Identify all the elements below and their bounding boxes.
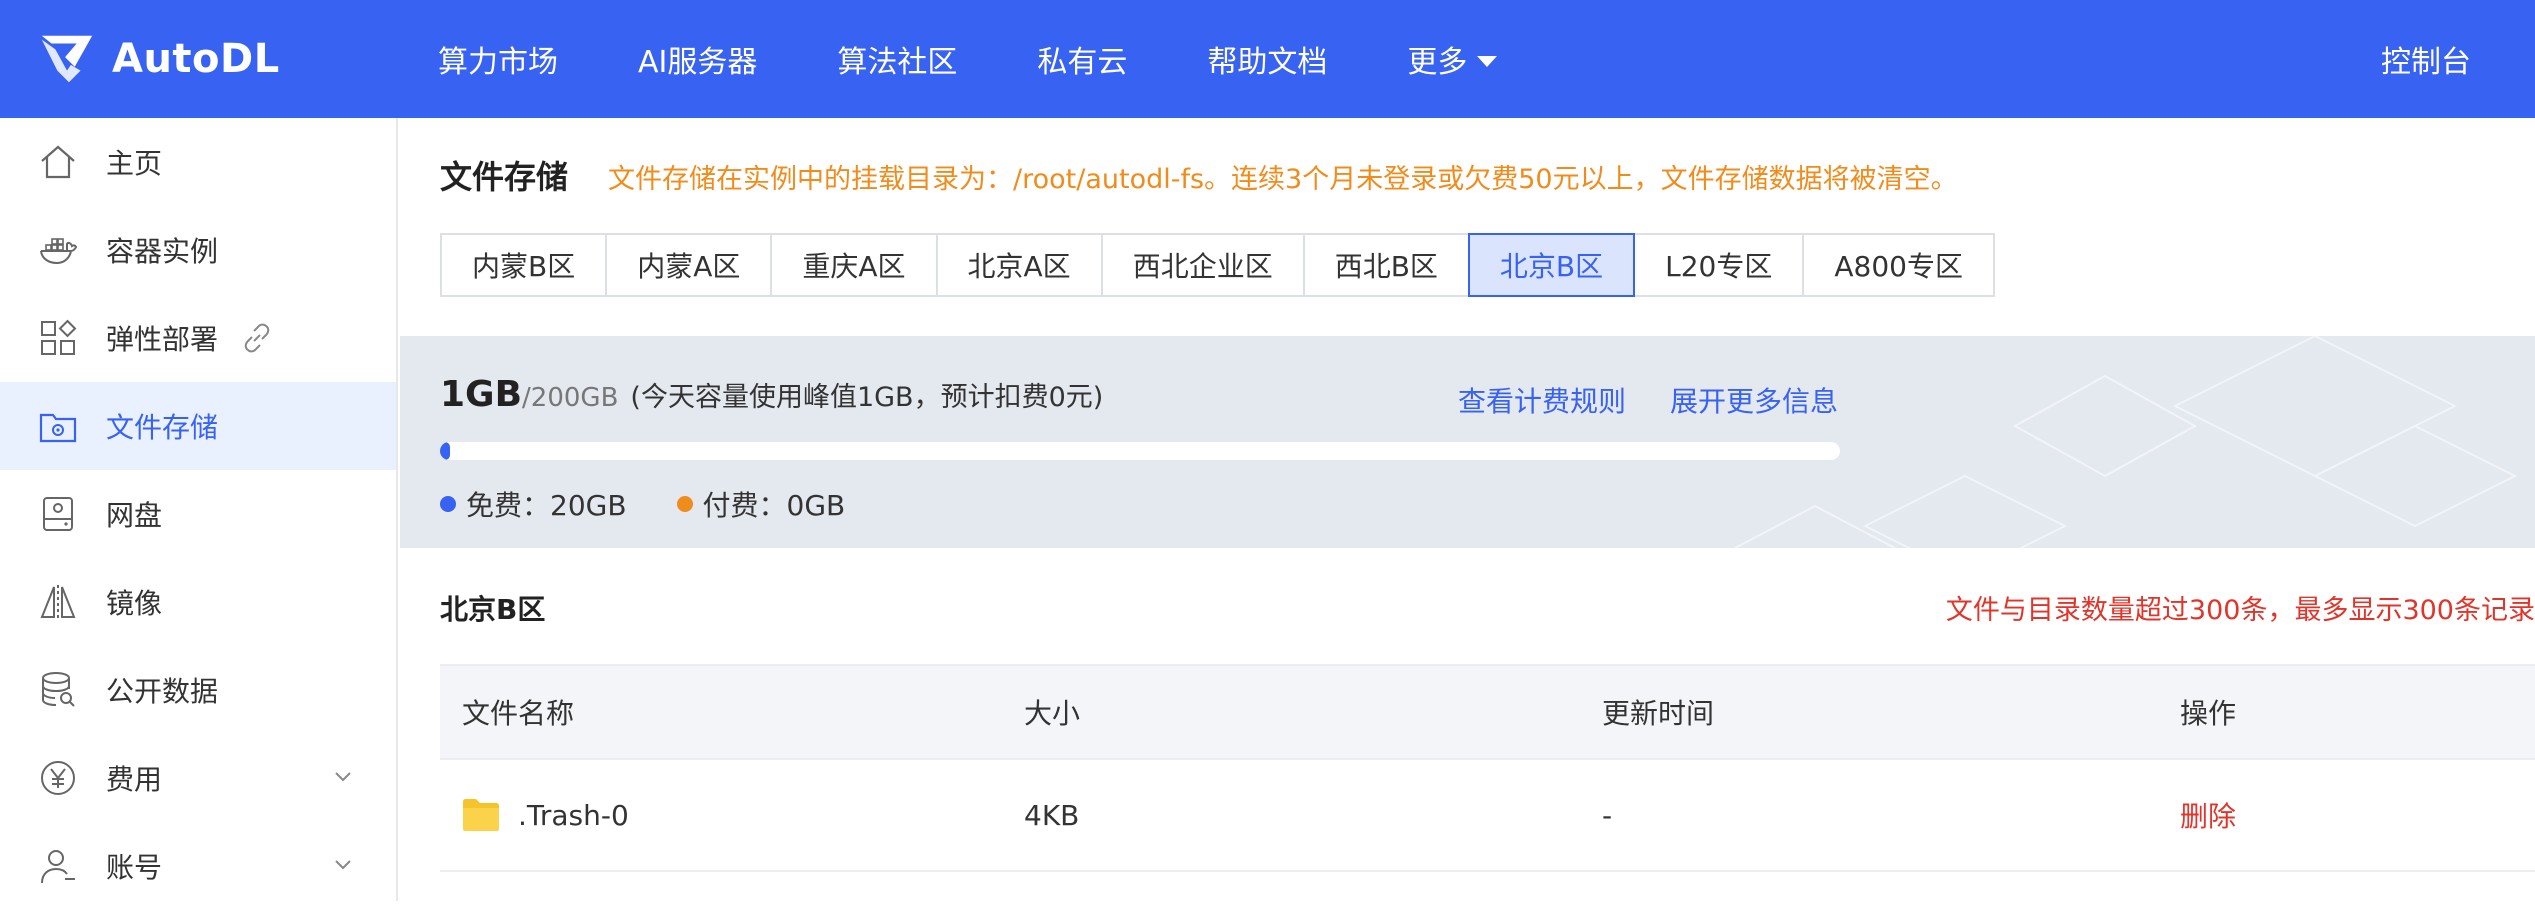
sidebar-item-label: 网盘: [106, 499, 163, 532]
sidebar-item-label: 容器实例: [106, 235, 219, 268]
sidebar-item-label: 文件存储: [106, 411, 219, 444]
usage-links: 查看计费规则 展开更多信息: [1458, 380, 1882, 420]
billing-rules-link[interactable]: 查看计费规则: [1458, 380, 1626, 420]
sidebar-item-public-data[interactable]: 公开数据: [0, 646, 396, 734]
used-capacity: 1GB: [440, 374, 523, 415]
nav-label: 算法社区: [837, 45, 958, 80]
nav-more-dropdown[interactable]: 更多: [1407, 37, 1498, 81]
usage-progress-bar: [440, 442, 1840, 460]
link-icon: [244, 323, 270, 353]
home-icon: [36, 140, 80, 184]
chevron-down-icon: [335, 772, 351, 782]
header-action: 操作: [2180, 697, 2237, 730]
user-icon: [36, 844, 80, 888]
console-label: 控制台: [2381, 45, 2471, 80]
sidebar-item-label: 费用: [106, 763, 163, 796]
sidebar: 主页 容器实例 弹性部署 文件存储 网盘 镜像 公开数据 费用 账号: [0, 118, 398, 901]
mount-notice: 文件存储在实例中的挂载目录为：/root/autodl-fs。连续3个月未登录或…: [608, 164, 1958, 195]
delete-button[interactable]: 删除: [2180, 800, 2236, 833]
region-name: 北京B区: [440, 593, 546, 626]
title-row: 文件存储 文件存储在实例中的挂载目录为：/root/autodl-fs。连续3个…: [440, 152, 1958, 198]
usage-legend: 免费：20GB 付费：0GB: [440, 484, 895, 524]
nav-label: 私有云: [1037, 45, 1128, 80]
cell-updated: -: [1602, 798, 1613, 832]
free-label: 免费：20GB: [466, 489, 627, 522]
database-icon: [36, 668, 80, 712]
logo[interactable]: AutoDL: [36, 26, 280, 92]
file-name: .Trash-0: [518, 798, 629, 832]
paid-dot-icon: [676, 496, 693, 512]
legend-free: 免费：20GB: [440, 484, 627, 524]
peak-note: (今天容量使用峰值1GB，预计扣费0元): [630, 382, 1104, 413]
chevron-down-icon: [335, 860, 351, 870]
total-quota: /200GB: [522, 383, 619, 413]
usage-summary: 1GB /200GB (今天容量使用峰值1GB，预计扣费0元): [440, 374, 1103, 415]
table-header: 文件名称 大小 更新时间 操作: [440, 664, 2535, 760]
nav-ai-server[interactable]: AI服务器: [638, 37, 757, 81]
main-content: 文件存储 文件存储在实例中的挂载目录为：/root/autodl-fs。连续3个…: [400, 118, 2535, 901]
folder-icon: [463, 799, 499, 831]
nav-private-cloud[interactable]: 私有云: [1037, 37, 1127, 81]
sidebar-item-home[interactable]: 主页: [0, 118, 396, 206]
sidebar-item-label: 镜像: [106, 587, 163, 620]
nav-label: 帮助文档: [1207, 45, 1328, 80]
tab-region-active[interactable]: 北京B区: [1467, 233, 1636, 297]
mirror-icon: [36, 580, 80, 624]
table-row: .Trash-0 4KB - 删除: [440, 760, 2535, 872]
disk-icon: [36, 492, 80, 536]
usage-progress-fill: [440, 442, 450, 460]
caret-down-icon: [1477, 55, 1498, 67]
paid-label: 付费：0GB: [702, 489, 846, 522]
nav-label: 算力市场: [438, 45, 558, 80]
autodl-logo-icon: [41, 35, 93, 83]
expand-info-link[interactable]: 展开更多信息: [1670, 380, 1838, 420]
tab-region[interactable]: 内蒙A区: [605, 233, 773, 297]
brand-name: AutoDL: [112, 36, 280, 82]
main-nav: 算力市场 AI服务器 算法社区 私有云 帮助文档 更多: [438, 0, 1577, 118]
header-size: 大小: [1024, 697, 1081, 730]
tab-region[interactable]: 重庆A区: [770, 233, 938, 297]
tab-region[interactable]: A800专区: [1802, 233, 1995, 297]
sidebar-item-label: 账号: [106, 851, 163, 884]
cell-filename[interactable]: .Trash-0: [440, 798, 1024, 832]
sidebar-item-billing[interactable]: 费用: [0, 734, 396, 822]
record-limit-note: 文件与目录数量超过300条，最多显示300条记录: [1945, 595, 2535, 626]
top-navbar: AutoDL 算力市场 AI服务器 算法社区 私有云 帮助文档 更多 控制台: [0, 0, 2535, 118]
sidebar-item-netdisk[interactable]: 网盘: [0, 470, 396, 558]
sidebar-item-account[interactable]: 账号: [0, 822, 396, 910]
sidebar-item-label: 主页: [106, 147, 163, 180]
header-updated: 更新时间: [1602, 697, 1715, 730]
header-filename: 文件名称: [462, 697, 575, 730]
page-title: 文件存储: [440, 158, 569, 196]
nav-label: 更多: [1407, 45, 1468, 80]
sidebar-item-instances[interactable]: 容器实例: [0, 206, 396, 294]
tab-region[interactable]: 北京A区: [935, 233, 1103, 297]
yen-icon: [36, 756, 80, 800]
tab-region[interactable]: L20专区: [1633, 233, 1805, 297]
free-dot-icon: [440, 496, 456, 512]
tab-region[interactable]: 西北企业区: [1100, 233, 1305, 297]
legend-paid: 付费：0GB: [676, 484, 846, 524]
sidebar-item-label: 公开数据: [106, 675, 219, 708]
sidebar-item-file-storage[interactable]: 文件存储: [0, 382, 396, 470]
nav-algorithm-community[interactable]: 算法社区: [837, 37, 957, 81]
region-tabs: 内蒙B区 内蒙A区 重庆A区 北京A区 西北企业区 西北B区 北京B区 L20专…: [440, 233, 1995, 297]
cell-action: 删除: [2180, 795, 2535, 835]
sidebar-item-mirror[interactable]: 镜像: [0, 558, 396, 646]
apps-icon: [36, 316, 80, 360]
sidebar-item-elastic-deploy[interactable]: 弹性部署: [0, 294, 396, 382]
file-table: 文件名称 大小 更新时间 操作 .Trash-0 4KB - 删除: [440, 664, 2535, 872]
folder-settings-icon: [36, 404, 80, 448]
nav-label: AI服务器: [638, 45, 758, 80]
nav-help-docs[interactable]: 帮助文档: [1207, 37, 1327, 81]
sidebar-item-label: 弹性部署: [106, 323, 219, 356]
nav-compute-market[interactable]: 算力市场: [438, 37, 558, 81]
console-link[interactable]: 控制台: [2381, 0, 2471, 118]
tab-region[interactable]: 西北B区: [1302, 233, 1470, 297]
cell-size: 4KB: [1024, 798, 1080, 832]
usage-panel: 1GB /200GB (今天容量使用峰值1GB，预计扣费0元) 查看计费规则 展…: [400, 336, 2535, 548]
region-header: 北京B区 文件与目录数量超过300条，最多显示300条记录: [440, 588, 2535, 628]
docker-icon: [36, 228, 80, 272]
tab-region[interactable]: 内蒙B区: [440, 233, 608, 297]
